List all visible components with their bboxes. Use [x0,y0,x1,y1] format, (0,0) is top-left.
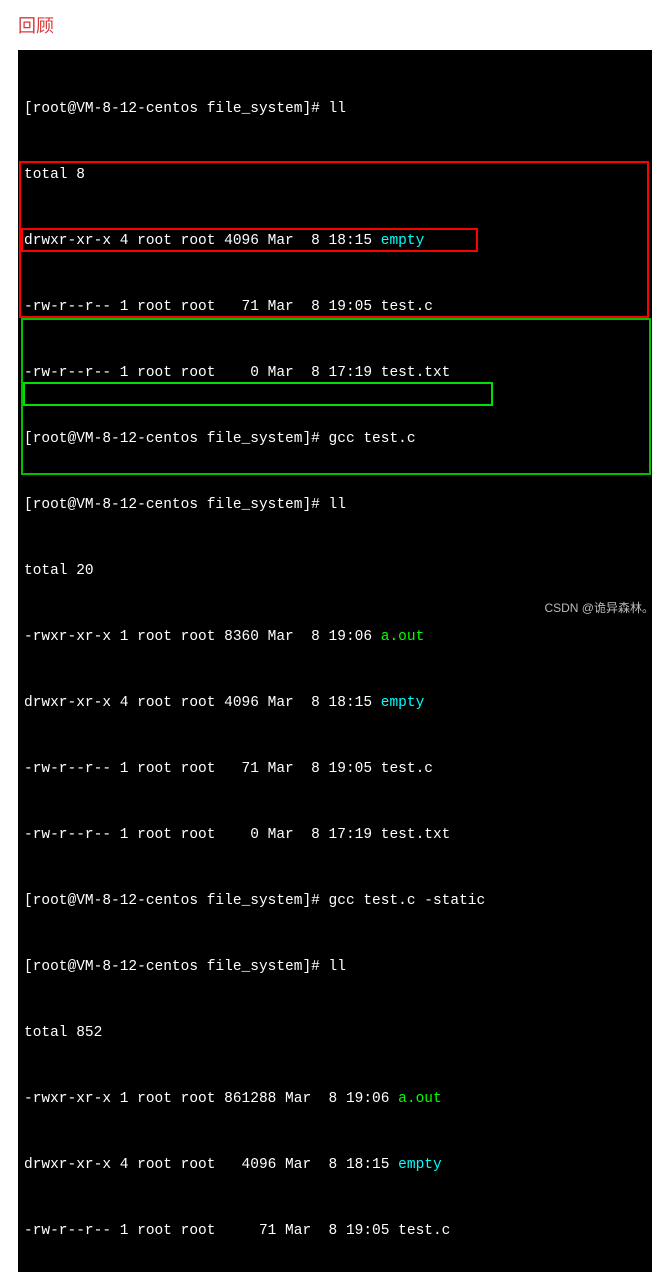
term-line: -rw-r--r-- 1 root root 0 Mar 8 17:19 tes… [24,362,646,384]
highlight-box-green [21,318,651,475]
perm-text: -rwxr-xr-x 1 root root 861288 Mar 8 19:0… [24,1091,398,1107]
perm-text: drwxr-xr-x 4 root root 4096 Mar 8 18:15 [24,233,381,249]
term-line: drwxr-xr-x 4 root root 4096 Mar 8 18:15 … [24,1154,646,1176]
exec-name: a.out [398,1091,442,1107]
highlight-inner-green [23,382,493,406]
term-line: total 852 [24,1022,646,1044]
section-heading: 回顾 [18,12,652,38]
dir-name: empty [398,1157,442,1173]
term-line: -rw-r--r-- 1 root root 71 Mar 8 19:05 te… [24,296,646,318]
watermark-text: CSDN @诡异森林。 [544,599,654,616]
term-line: -rw-r--r-- 1 root root 71 Mar 8 19:05 te… [24,758,646,780]
term-line: drwxr-xr-x 4 root root 4096 Mar 8 18:15 … [24,230,646,252]
term-line: [root@VM-8-12-centos file_system]# ll [24,98,646,120]
perm-text: -rwxr-xr-x 1 root root 8360 Mar 8 19:06 [24,629,381,645]
exec-name: a.out [381,629,425,645]
term-line: -rwxr-xr-x 1 root root 861288 Mar 8 19:0… [24,1088,646,1110]
term-line: [root@VM-8-12-centos file_system]# gcc t… [24,890,646,912]
perm-text: drwxr-xr-x 4 root root 4096 Mar 8 18:15 [24,695,381,711]
term-line: [root@VM-8-12-centos file_system]# ll [24,494,646,516]
terminal-block-main: [root@VM-8-12-centos file_system]# ll to… [18,50,652,1272]
term-line: [root@VM-8-12-centos file_system]# gcc t… [24,428,646,450]
term-line: drwxr-xr-x 4 root root 4096 Mar 8 18:15 … [24,692,646,714]
term-line: -rwxr-xr-x 1 root root 8360 Mar 8 19:06 … [24,626,646,648]
term-line: total 20 [24,560,646,582]
term-line: [root@VM-8-12-centos file_system]# ll [24,956,646,978]
term-line: -rw-r--r-- 1 root root 71 Mar 8 19:05 te… [24,1220,646,1242]
dir-name: empty [381,233,425,249]
term-line: total 8 [24,164,646,186]
term-line: -rw-r--r-- 1 root root 0 Mar 8 17:19 tes… [24,824,646,846]
perm-text: drwxr-xr-x 4 root root 4096 Mar 8 18:15 [24,1157,398,1173]
dir-name: empty [381,695,425,711]
